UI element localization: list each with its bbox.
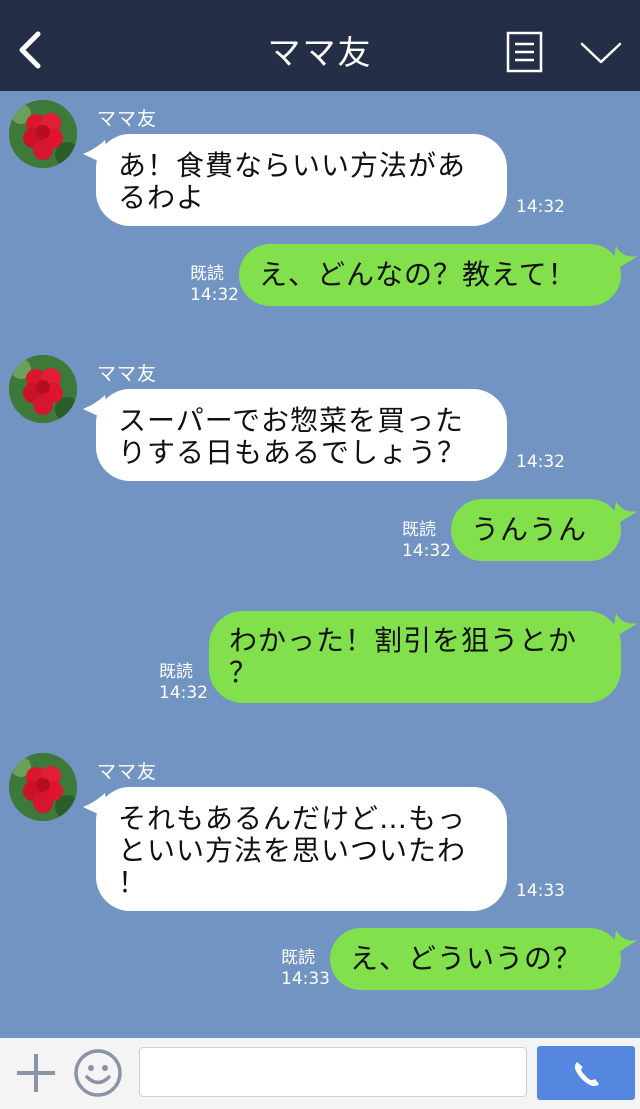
read-label: 既読 — [190, 264, 224, 284]
add-attachment-button[interactable] — [14, 1051, 58, 1095]
sent-message-bubble[interactable]: え、どんなの？教えて！ — [239, 244, 621, 306]
avatar[interactable] — [9, 355, 77, 423]
received-message-bubble[interactable]: あ！食費ならいい方法があ るわよ — [96, 134, 507, 226]
flower-avatar-icon — [9, 100, 77, 168]
read-receipt: 既読 14:32 — [402, 520, 451, 562]
flower-avatar-icon — [9, 753, 77, 821]
message-line: それもあるんだけど…もっ — [118, 802, 467, 835]
collapse-button[interactable] — [578, 36, 624, 72]
message-time: 14:33 — [281, 969, 330, 989]
message-line: りする日もあるでしょう？ — [118, 436, 467, 469]
flower-avatar-icon — [9, 355, 77, 423]
read-label: 既読 — [159, 662, 193, 682]
sender-name: ママ友 — [97, 363, 158, 385]
phone-icon — [574, 1062, 599, 1087]
message-time: 14:32 — [516, 197, 565, 217]
sent-message-bubble[interactable]: うんうん — [451, 499, 621, 561]
message-text: え、どんなの？教えて！ — [259, 258, 577, 291]
message-input[interactable] — [139, 1047, 527, 1097]
message-input-bar — [0, 1038, 640, 1109]
message-time: 14:32 — [516, 452, 565, 472]
received-message-bubble[interactable]: スーパーでお惣菜を買った りする日もあるでしょう？ — [96, 389, 507, 481]
sender-name: ママ友 — [97, 108, 158, 130]
call-button[interactable] — [537, 1046, 635, 1100]
chat-header: ママ友 — [0, 0, 640, 91]
read-label: 既読 — [402, 520, 436, 540]
message-time: 14:32 — [159, 683, 208, 703]
received-message-bubble[interactable]: それもあるんだけど…もっ といい方法を思いついたわ ！ — [96, 787, 507, 911]
avatar[interactable] — [9, 100, 77, 168]
message-line: ！ — [118, 866, 148, 899]
chevron-down-icon — [580, 42, 622, 64]
notes-button[interactable] — [505, 30, 545, 74]
message-line: といい方法を思いついたわ — [118, 834, 467, 867]
sent-message-bubble[interactable]: わかった！割引を狙うとか ？ — [209, 611, 621, 703]
message-text: うんうん — [471, 513, 588, 546]
message-time: 14:32 — [190, 285, 239, 305]
sender-name: ママ友 — [97, 761, 158, 783]
sent-message-bubble[interactable]: え、どういうの？ — [330, 928, 621, 990]
message-line: ？ — [229, 656, 259, 689]
message-text: え、どういうの？ — [350, 942, 583, 975]
emoji-button[interactable] — [73, 1048, 123, 1098]
smiley-icon — [74, 1049, 122, 1097]
notes-icon — [506, 31, 543, 73]
plus-icon — [17, 1054, 55, 1092]
avatar[interactable] — [9, 753, 77, 821]
message-line: スーパーでお惣菜を買った — [118, 404, 465, 437]
read-receipt: 既読 14:32 — [159, 662, 208, 704]
read-receipt: 既読 14:32 — [190, 264, 239, 306]
message-line: わかった！割引を狙うとか — [229, 624, 578, 657]
read-receipt: 既読 14:33 — [281, 948, 330, 990]
message-line: あ！食費ならいい方法があ — [118, 149, 467, 182]
message-time: 14:32 — [402, 541, 451, 561]
read-label: 既読 — [281, 948, 315, 968]
message-time: 14:33 — [516, 881, 565, 901]
message-line: るわよ — [118, 181, 206, 214]
